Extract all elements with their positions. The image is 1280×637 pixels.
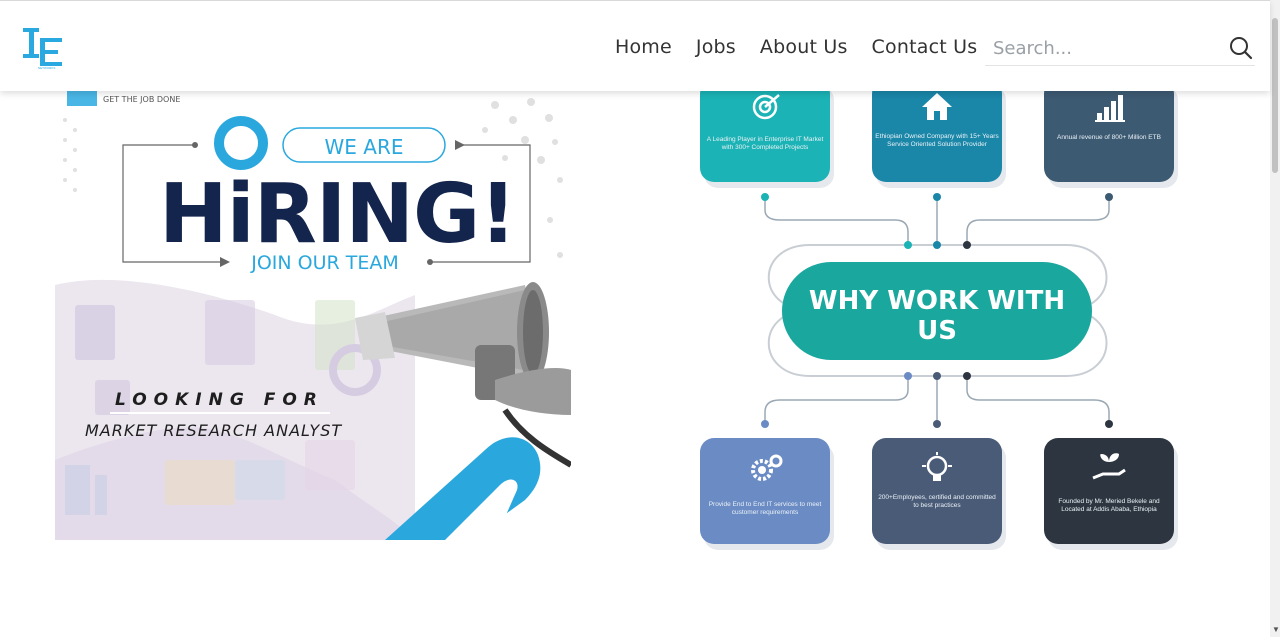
- poster-looking-for: LOOKING FOR: [115, 390, 324, 410]
- top-card-bg-3: [1044, 80, 1174, 182]
- bottom-card-3: [1044, 438, 1178, 550]
- top-card-text-1: A Leading Player in Enterprise IT Market…: [706, 136, 824, 151]
- top-card-1: [700, 80, 834, 188]
- poster-we-are: WE ARE: [325, 135, 404, 159]
- nav-jobs[interactable]: Jobs: [696, 36, 736, 58]
- scroll-down-arrow-icon[interactable]: ▼: [1272, 625, 1280, 634]
- page-scrollbar[interactable]: ▼: [1270, 0, 1280, 637]
- logo-sub: NETWORKS: [38, 66, 55, 70]
- site-logo[interactable]: NETWORKS: [22, 26, 66, 70]
- site-header: NETWORKS Home Jobs About Us Contact Us: [0, 0, 1270, 91]
- nav-home[interactable]: Home: [615, 36, 672, 58]
- bottom-card-bg-1: [700, 438, 830, 544]
- poster-position: MARKET RESEARCH ANALYST: [85, 421, 342, 440]
- bottom-card-text-2: 200+Employees, certified and committed t…: [878, 494, 996, 509]
- bottom-card-text-1: Provide End to End IT services to meet c…: [708, 501, 822, 516]
- nav-contact-us[interactable]: Contact Us: [872, 36, 978, 58]
- center-title-line2: US: [917, 316, 957, 346]
- search-input[interactable]: [993, 35, 1218, 61]
- page: NETWORKS Home Jobs About Us Contact Us S…: [0, 0, 1280, 637]
- scrollbar-thumb[interactable]: [1272, 18, 1278, 173]
- top-card-text-2: Ethiopian Owned Company with 15+ Years S…: [875, 133, 999, 148]
- bottom-card-bg-3: [1044, 438, 1174, 544]
- hiring-poster[interactable]: IE Network Solutions GET THE JOB DONE WE…: [55, 80, 571, 540]
- poster-hiring: HiRING!: [159, 167, 516, 262]
- bottom-card-text-3: Founded by Mr. Meried Bekele and Located…: [1058, 498, 1160, 513]
- center-title-line1: WHY WORK WITH: [809, 286, 1065, 316]
- nav-about-us[interactable]: About Us: [760, 36, 848, 58]
- top-card-text-3: Annual revenue of 800+ Million ETB: [1057, 134, 1161, 141]
- search-icon[interactable]: [1227, 34, 1255, 62]
- poster-tagline: GET THE JOB DONE: [103, 95, 180, 104]
- search-box: [985, 31, 1255, 66]
- why-work-with-us-infographic[interactable]: WHY WORK WITH US A Leading Player in Ent…: [690, 80, 1190, 560]
- poster-join: JOIN OUR TEAM: [250, 252, 399, 274]
- bottom-card-1: [700, 438, 834, 550]
- main-nav: Home Jobs About Us Contact Us: [615, 36, 977, 58]
